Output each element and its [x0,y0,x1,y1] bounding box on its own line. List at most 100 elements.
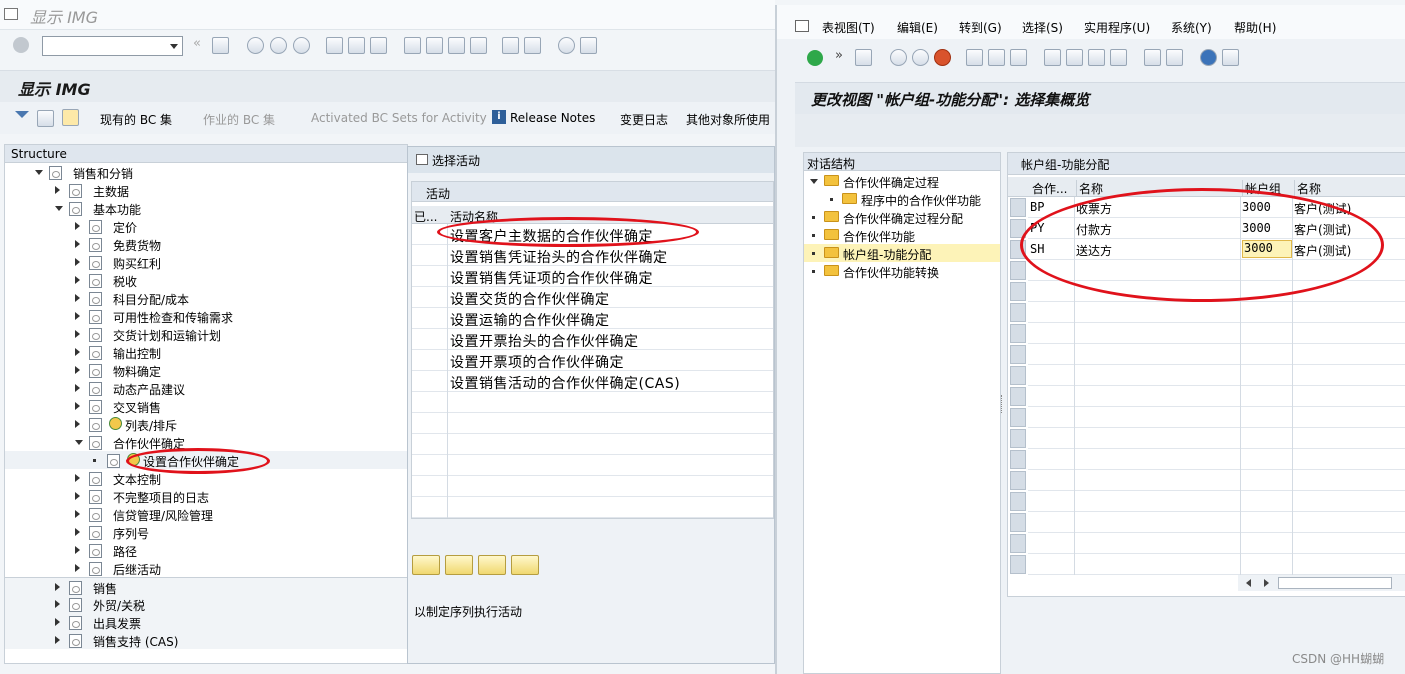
dialog-structure-item[interactable]: 合作伙伴确定过程 [804,172,1000,190]
expand-arrow-icon[interactable] [75,564,80,572]
right-cancel-icon[interactable] [934,49,951,66]
right-help-icon[interactable] [1200,49,1217,66]
h-scroll[interactable] [1238,575,1405,591]
activity-row[interactable]: 设置交货的合作伙伴确定 [412,287,773,308]
confirm-icon[interactable] [807,50,823,66]
cell-group[interactable]: 3000 [1242,221,1271,235]
save-icon[interactable] [212,37,229,54]
right-back-icon[interactable] [890,49,907,66]
table-row[interactable] [1028,386,1405,407]
activity-row[interactable] [412,497,773,518]
tree-node[interactable]: 可用性检查和传输需求 [5,307,407,325]
right-save-icon[interactable] [855,49,872,66]
tree-node[interactable]: 列表/排斥 [5,415,407,433]
expand-arrow-icon[interactable] [75,222,80,230]
expand-arrow-icon[interactable] [75,384,80,392]
table-row[interactable] [1028,512,1405,533]
tree-node[interactable]: 科目分配/成本 [5,289,407,307]
table-row[interactable] [1028,281,1405,302]
row-selector[interactable] [1010,366,1026,385]
right-layout-icon[interactable] [1222,49,1239,66]
back-icon[interactable] [247,37,264,54]
menu-icon[interactable] [4,8,18,20]
tree-node[interactable]: 信贷管理/风险管理 [5,505,407,523]
select-next-icon[interactable] [478,555,506,575]
expand-arrow-icon[interactable] [55,636,60,644]
find-next-icon[interactable] [370,37,387,54]
activated-bc-button[interactable]: Activated BC Sets for Activity [293,111,487,125]
activity-name[interactable]: 设置运输的合作伙伴确定 [450,310,610,330]
table-row[interactable] [1028,407,1405,428]
column-header[interactable]: 名称 [1076,180,1242,196]
row-selector[interactable] [1010,387,1026,406]
right-exit-icon[interactable] [912,49,929,66]
right-next-page-icon[interactable] [1088,49,1105,66]
layout-icon[interactable] [580,37,597,54]
tree-node[interactable]: 交货计划和运输计划 [5,325,407,343]
tree-node[interactable]: 主数据 [5,181,407,199]
activity-name[interactable]: 设置销售凭证项的合作伙伴确定 [450,268,653,288]
tree-node[interactable]: 免费货物 [5,235,407,253]
bullet-icon[interactable] [812,252,815,255]
expand-arrow-icon[interactable] [75,258,80,266]
tree-node[interactable]: 路径 [5,541,407,559]
table-row[interactable]: BP 收票方 3000 客户(测试) [1028,197,1405,218]
activity-row[interactable]: 设置开票抬头的合作伙伴确定 [412,329,773,350]
row-selector[interactable] [1010,450,1026,469]
scroll-right-icon[interactable] [1264,579,1269,587]
print-icon[interactable] [326,37,343,54]
dialog-menu-icon[interactable] [416,154,428,165]
tree-node[interactable]: 物料确定 [5,361,407,379]
collapse-arrow-icon[interactable] [75,440,83,445]
tree-node[interactable]: 基本功能 [5,199,407,217]
column-header[interactable]: 名称 [1294,180,1405,196]
row-selector[interactable] [1010,261,1026,280]
row-selector[interactable] [1010,555,1026,574]
row-selector[interactable] [1010,282,1026,301]
last-page-icon[interactable] [470,37,487,54]
table-row[interactable] [1028,323,1405,344]
cell-group-name[interactable]: 客户(测试) [1294,200,1351,217]
right-find-next-icon[interactable] [1010,49,1027,66]
cell-group-name[interactable]: 客户(测试) [1294,221,1351,238]
activity-name[interactable]: 设置开票项的合作伙伴确定 [450,352,624,372]
cell-name[interactable]: 送达方 [1076,242,1112,259]
tree-node[interactable]: 交叉销售 [5,397,407,415]
expand-arrow-icon[interactable] [75,492,80,500]
expand-all-icon[interactable] [15,111,29,123]
tree-node[interactable]: 后继活动 [5,559,407,577]
right-shortcut-icon[interactable] [1166,49,1183,66]
menu-item[interactable]: 系统(Y) [1171,19,1212,36]
expand-arrow-icon[interactable] [75,402,80,410]
right-last-page-icon[interactable] [1110,49,1127,66]
next-page-icon[interactable] [448,37,465,54]
tree-node[interactable]: 文本控制 [5,469,407,487]
expand-arrow-icon[interactable] [55,583,60,591]
expand-arrow-icon[interactable] [55,186,60,194]
row-selector[interactable] [1010,492,1026,511]
bullet-icon[interactable] [93,459,96,462]
activity-name[interactable]: 设置客户主数据的合作伙伴确定 [450,226,653,246]
tree-node[interactable]: 不完整项目的日志 [5,487,407,505]
expand-arrow-icon[interactable] [75,312,80,320]
tree-node[interactable]: 外贸/关税 [5,595,407,613]
table-row[interactable]: SH 送达方 3000 客户(测试) [1028,239,1405,260]
expand-arrow-icon[interactable] [75,366,80,374]
release-notes-button[interactable]: Release Notes [510,111,595,125]
select-last-icon[interactable] [511,555,539,575]
table-row[interactable] [1028,302,1405,323]
other-usage-button[interactable]: 其他对象所使用 [686,111,770,128]
row-selector[interactable] [1010,198,1026,217]
tree-node[interactable]: 设置合作伙伴确定 [5,451,407,469]
activity-name[interactable]: 设置销售活动的合作伙伴确定(CAS) [450,373,680,393]
table-row[interactable] [1028,554,1405,575]
execute-icon[interactable] [37,110,54,127]
right-prev-page-icon[interactable] [1066,49,1083,66]
dialog-structure-item[interactable]: 帐户组-功能分配 [804,244,1000,262]
expand-arrow-icon[interactable] [75,330,80,338]
select-prev-icon[interactable] [445,555,473,575]
cell-func[interactable]: SH [1030,242,1044,256]
scroll-thumb[interactable] [1278,577,1392,589]
right-print-icon[interactable] [966,49,983,66]
activity-row[interactable] [412,434,773,455]
